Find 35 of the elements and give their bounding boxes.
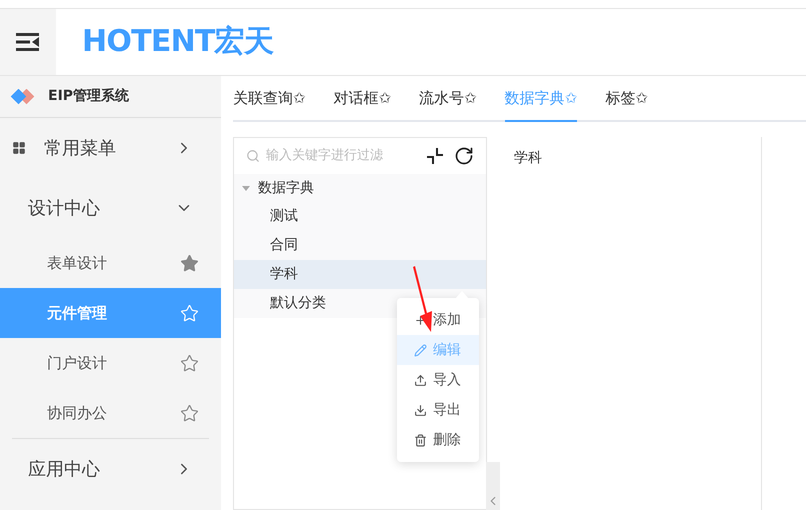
menu-item[interactable]: 门户设计 <box>0 338 221 388</box>
tab[interactable]: 标签✩ <box>605 76 648 122</box>
download-icon <box>414 404 427 416</box>
brand-title: EIP管理系统 <box>48 87 130 106</box>
refresh-icon[interactable] <box>454 146 474 166</box>
logo: HOTENT宏天 <box>82 27 274 57</box>
menu-option[interactable]: 导入 <box>397 365 479 395</box>
collapse-handle[interactable] <box>486 462 500 510</box>
tab[interactable]: 关联查询✩ <box>233 76 306 122</box>
menu-icon[interactable] <box>16 32 40 52</box>
tree-node[interactable]: 测试 <box>234 202 486 231</box>
menu-item[interactable]: 表单设计 <box>0 238 221 288</box>
search-icon <box>246 149 260 163</box>
detail-title: 学科 <box>514 150 542 166</box>
search-field[interactable]: 输入关键字进行过滤 <box>246 146 416 166</box>
pencil-icon <box>414 344 427 356</box>
tree-node[interactable]: 数据字典 <box>234 174 486 202</box>
menu-group[interactable]: 设计中心 <box>12 178 209 238</box>
logo-icon <box>10 88 36 104</box>
menu-group[interactable]: 常用菜单 <box>12 118 209 178</box>
tree-node[interactable]: 学科 <box>234 260 486 289</box>
tree-node[interactable]: 合同 <box>234 231 486 260</box>
collapse-icon[interactable] <box>426 147 444 165</box>
star-icon[interactable] <box>180 254 199 272</box>
menu-option[interactable]: 导出 <box>397 395 479 425</box>
menu-item[interactable]: 协同办公 <box>0 388 221 438</box>
upload-icon <box>414 374 427 386</box>
star-icon[interactable] <box>180 354 199 372</box>
tab[interactable]: 流水号✩ <box>419 76 477 122</box>
grid-icon <box>12 141 26 155</box>
star-icon[interactable] <box>180 404 199 422</box>
tab[interactable]: 对话框✩ <box>334 76 392 122</box>
trash-icon <box>414 434 427 446</box>
menu-group[interactable]: 应用中心 <box>12 439 209 499</box>
menu-option[interactable]: 删除 <box>397 425 479 455</box>
